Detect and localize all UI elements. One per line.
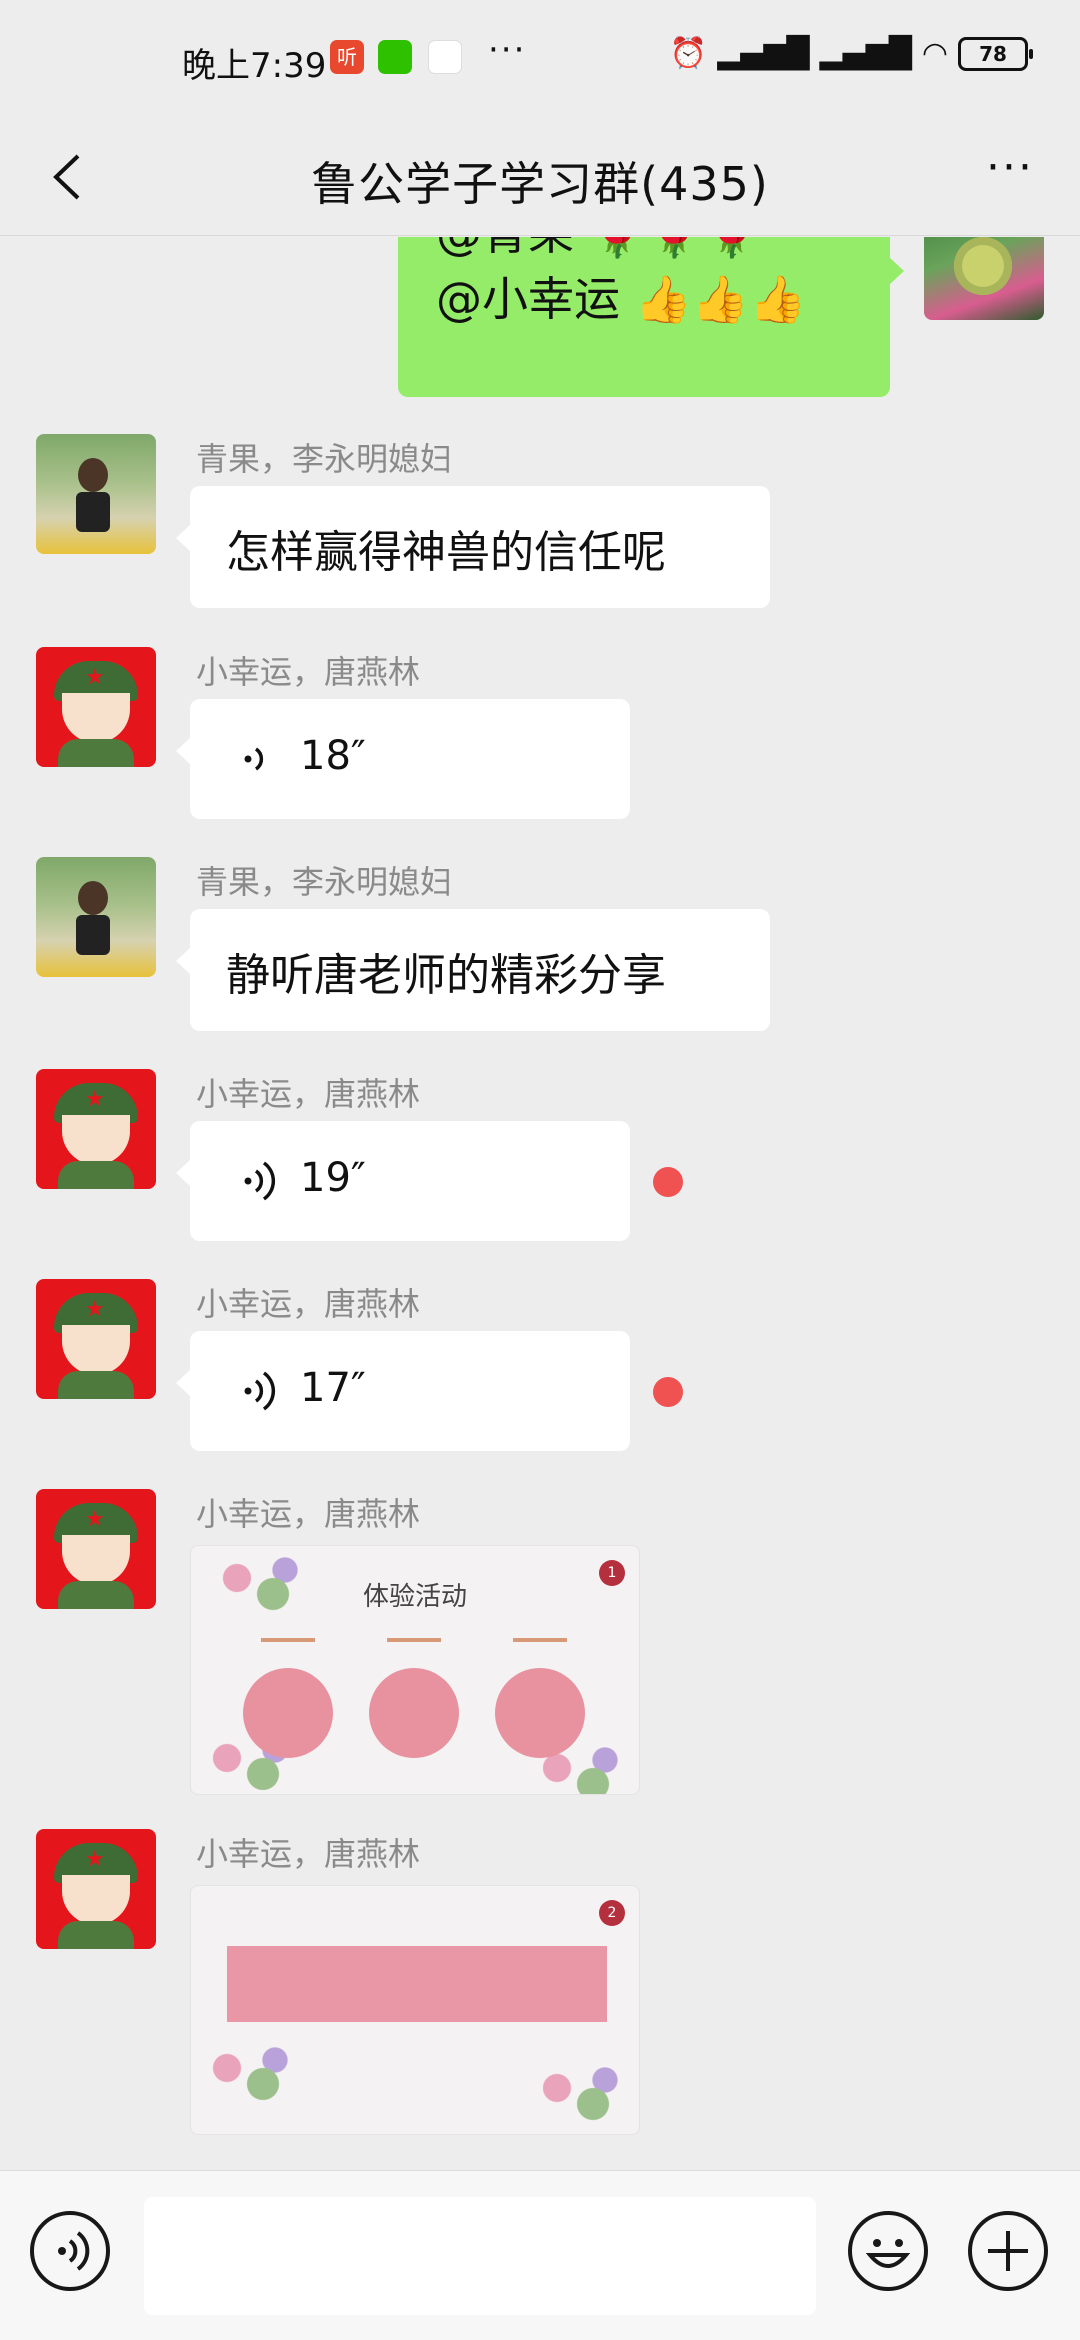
avatar[interactable]: ★ [36,1489,156,1609]
smiley-icon [865,2239,911,2268]
chat-info-button[interactable]: ··· [970,146,1050,208]
voice-duration: 18″ [300,733,366,779]
status-bar: 晚上7:39 听 ··· ⏰ ▂▄▆█ ▂▄▆█ ◠ 78 [0,0,1080,118]
hd-signal-icon: ▂▄▆█ [717,36,810,71]
image-title: 体验活动 [362,1582,467,1612]
unread-dot [653,1167,683,1197]
text-message-bubble[interactable]: 静听唐老师的精彩分享 [176,909,770,1031]
image-message[interactable]: 2 [190,1885,640,2135]
avatar-body [58,1371,134,1399]
avatar[interactable] [36,857,156,977]
avatar-body [58,1161,134,1189]
avatar[interactable]: ★ [36,1279,156,1399]
status-time: 晚上7:39 [182,46,327,86]
hanger-line [513,1638,567,1642]
avatar[interactable] [36,434,156,554]
voice-message-bubble[interactable]: 17″ [176,1331,630,1451]
star-icon: ★ [85,1847,105,1872]
avatar-face [62,1325,130,1375]
ting-app-icon: 听 [330,40,364,74]
sender-name: 小幸运，唐燕林 [196,653,421,691]
chat-title: 鲁公学子学习群(435) [311,157,769,211]
star-icon: ★ [85,665,105,690]
voice-wave-icon [244,1371,276,1411]
status-icons: ⏰ ▂▄▆█ ▂▄▆█ ◠ 78 [669,36,1033,71]
hanger-line [387,1638,441,1642]
chat-header: 鲁公学子学习群(435) ··· [0,118,1080,236]
more-notifications-icon: ··· [488,30,527,70]
pink-text-box [227,1946,607,2022]
flower-decoration [191,2036,311,2116]
own-message-line: @小幸运 👍👍👍 [436,272,807,326]
message-text: 静听唐老师的精彩分享 [226,950,666,1001]
voice-duration: 19″ [300,1155,366,1201]
wechat-notification-icon [378,40,412,74]
alarm-icon: ⏰ [669,36,708,71]
message-text: 怎样赢得神兽的信任呢 [226,527,666,578]
unread-dot [653,1377,683,1407]
message-composer [0,2170,1080,2340]
image-message[interactable]: 1 体验活动 [190,1545,640,1795]
own-avatar[interactable] [924,237,1044,320]
pink-circle [495,1668,585,1758]
avatar-face [62,1535,130,1585]
wifi-icon: ◠ [921,36,948,71]
own-message-line: @青果 🌹🌹🌹 [436,237,760,263]
star-icon: ★ [85,1087,105,1112]
message-input[interactable] [144,2197,816,2315]
hd-signal-icon: ▂▄▆█ [819,36,912,71]
sender-name: 小幸运，唐燕林 [196,1835,421,1873]
star-icon: ★ [85,1297,105,1322]
voice-input-button[interactable] [30,2211,110,2291]
sender-name: 小幸运，唐燕林 [196,1495,421,1533]
voice-icon [58,2231,90,2271]
avatar[interactable]: ★ [36,647,156,767]
avatar-face [62,693,130,743]
voice-wave-icon [244,1161,276,1201]
hanger-line [261,1638,315,1642]
plus-icon [988,2231,1028,2271]
voice-message-bubble[interactable]: 19″ [176,1121,630,1241]
emoji-button[interactable] [848,2211,928,2291]
avatar-body [58,739,134,767]
avatar-face [62,1115,130,1165]
avatar[interactable]: ★ [36,1069,156,1189]
avatar-body [58,1581,134,1609]
sender-name: 小幸运，唐燕林 [196,1285,421,1323]
more-functions-button[interactable] [968,2211,1048,2291]
slide-number-badge: 2 [599,1900,625,1926]
star-icon: ★ [85,1507,105,1532]
flower-decoration [521,2056,639,2134]
sender-name: 青果，李永明媳妇 [196,863,453,901]
avatar-face [62,1875,130,1925]
message-list[interactable]: @青果 🌹🌹🌹 @小幸运 👍👍👍 青果，李永明媳妇 怎样赢得神兽的信任呢 ★ 小… [0,237,1080,2170]
app-notification-icon [428,40,462,74]
sender-name: 青果，李永明媳妇 [196,440,453,478]
own-message-bubble[interactable]: @青果 🌹🌹🌹 @小幸运 👍👍👍 [398,237,904,397]
pink-circle [243,1668,333,1758]
voice-message-bubble[interactable]: 18″ [176,699,630,819]
voice-duration: 17″ [300,1365,366,1411]
battery-icon: 78 [958,36,1033,71]
sender-name: 小幸运，唐燕林 [196,1075,421,1113]
text-message-bubble[interactable]: 怎样赢得神兽的信任呢 [176,486,770,608]
pink-circle [369,1668,459,1758]
voice-wave-icon [244,747,264,771]
avatar-body [58,1921,134,1949]
avatar[interactable]: ★ [36,1829,156,1949]
